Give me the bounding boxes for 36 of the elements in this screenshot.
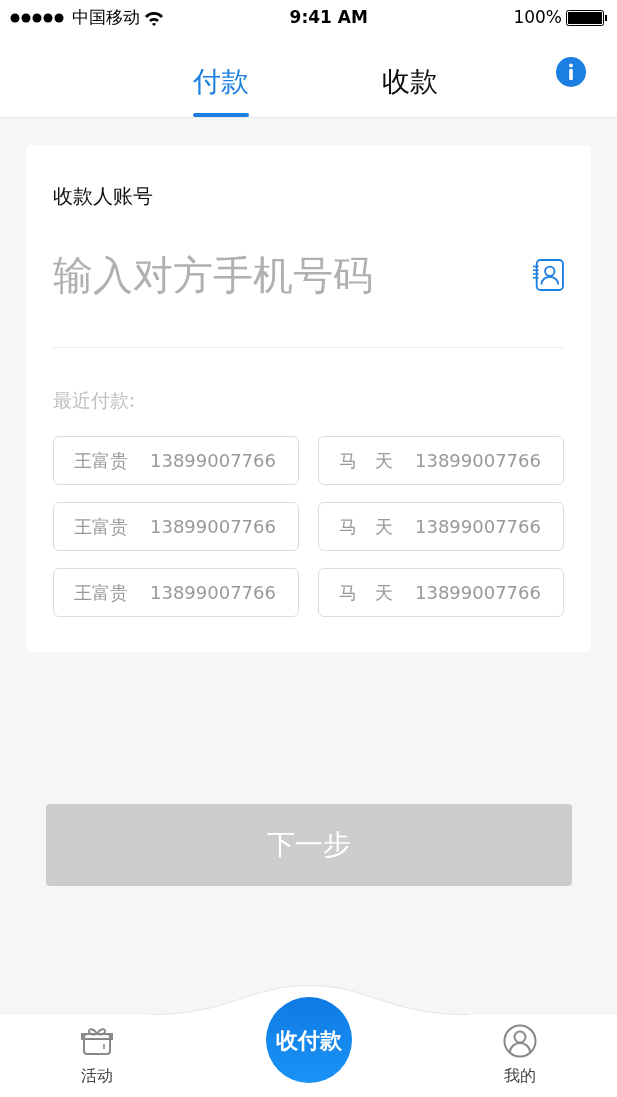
contact-phone: 13899007766 xyxy=(150,514,276,539)
recent-contact-chip[interactable]: 王富贵 13899007766 xyxy=(53,435,299,485)
recent-contact-chip[interactable]: 马 天 13899007766 xyxy=(318,435,564,485)
tab[interactable]: 收款 xyxy=(382,61,438,117)
carrier-name: 中国移动 xyxy=(72,6,140,30)
recent-title: 最近付款: xyxy=(53,388,137,413)
contact-name: 王富贵 xyxy=(74,580,128,605)
contact-phone: 13899007766 xyxy=(415,580,541,605)
recent-contact-chip[interactable]: 王富贵 13899007766 xyxy=(53,501,299,551)
nav-label: 活动 xyxy=(81,1065,113,1087)
phone-input-field[interactable]: 输入对方手机号码 xyxy=(53,245,533,305)
contact-phone: 13899007766 xyxy=(415,514,541,539)
center-pay-button[interactable]: 收付款 xyxy=(266,997,352,1083)
recent-contact-chip[interactable]: 王富贵 13899007766 xyxy=(53,567,299,617)
contact-name: 马 天 xyxy=(339,580,393,605)
battery-percent: 100% xyxy=(513,6,562,30)
status-time: 9:41 AM xyxy=(289,6,368,30)
wifi-icon xyxy=(144,10,164,26)
contacts-icon[interactable] xyxy=(532,258,564,292)
battery-icon xyxy=(566,10,607,26)
contact-name: 王富贵 xyxy=(74,448,128,473)
recent-contact-chip[interactable]: 马 天 13899007766 xyxy=(318,567,564,617)
nav-tab[interactable]: 活动 xyxy=(80,1024,114,1088)
info-icon[interactable] xyxy=(556,57,586,87)
nav-tab[interactable]: 我的 xyxy=(503,1024,537,1088)
contact-phone: 13899007766 xyxy=(150,580,276,605)
recent-contact-chip[interactable]: 马 天 13899007766 xyxy=(318,501,564,551)
contact-name: 马 天 xyxy=(339,514,393,539)
tab[interactable]: 付款 xyxy=(193,61,249,117)
contact-name: 马 天 xyxy=(339,448,393,473)
contact-name: 王富贵 xyxy=(74,514,128,539)
contact-phone: 13899007766 xyxy=(150,448,276,473)
contact-phone: 13899007766 xyxy=(415,448,541,473)
nav-label: 我的 xyxy=(504,1065,536,1087)
field-label: 收款人账号 xyxy=(53,183,154,210)
profile-icon xyxy=(503,1024,537,1058)
